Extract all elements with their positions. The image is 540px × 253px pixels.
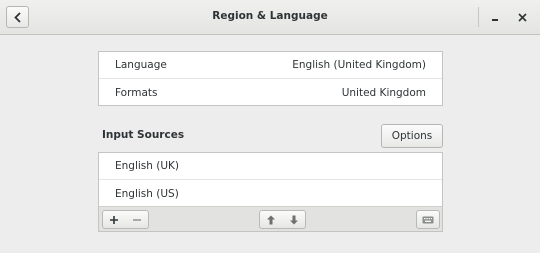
window-title: Region & Language	[212, 10, 328, 22]
input-source-item[interactable]: English (US)	[99, 180, 442, 207]
header-separator	[478, 7, 479, 27]
formats-label: Formats	[115, 86, 158, 99]
arrow-down-icon	[289, 215, 298, 224]
close-button[interactable]	[516, 8, 530, 26]
close-icon	[518, 13, 527, 22]
remove-input-source-button[interactable]	[125, 210, 149, 229]
move-down-button[interactable]	[282, 210, 306, 229]
formats-row[interactable]: Formats United Kingdom	[99, 79, 442, 106]
keyboard-layout-button[interactable]	[416, 210, 440, 229]
options-button[interactable]: Options	[381, 124, 443, 148]
minimize-icon	[492, 19, 498, 21]
add-input-source-button[interactable]	[102, 210, 126, 229]
minus-icon	[132, 218, 141, 221]
arrow-up-icon	[267, 215, 275, 224]
header-bar: Region & Language	[0, 0, 540, 35]
language-row[interactable]: Language English (United Kingdom)	[99, 52, 442, 79]
language-label: Language	[115, 59, 167, 71]
language-formats-list: Language English (United Kingdom) Format…	[98, 51, 443, 106]
keyboard-icon	[422, 216, 434, 223]
input-source-item[interactable]: English (UK)	[99, 153, 442, 180]
formats-value: United Kingdom	[341, 86, 426, 99]
region-language-window: Region & Language Language English (Unit…	[0, 0, 540, 253]
minimize-button[interactable]	[489, 8, 503, 26]
input-sources-toolbar	[98, 206, 443, 232]
move-up-button[interactable]	[259, 210, 283, 229]
language-value: English (United Kingdom)	[292, 59, 426, 71]
plus-icon	[110, 215, 118, 224]
input-sources-heading: Input Sources	[102, 129, 185, 141]
input-sources-list: English (UK) English (US)	[98, 152, 443, 207]
